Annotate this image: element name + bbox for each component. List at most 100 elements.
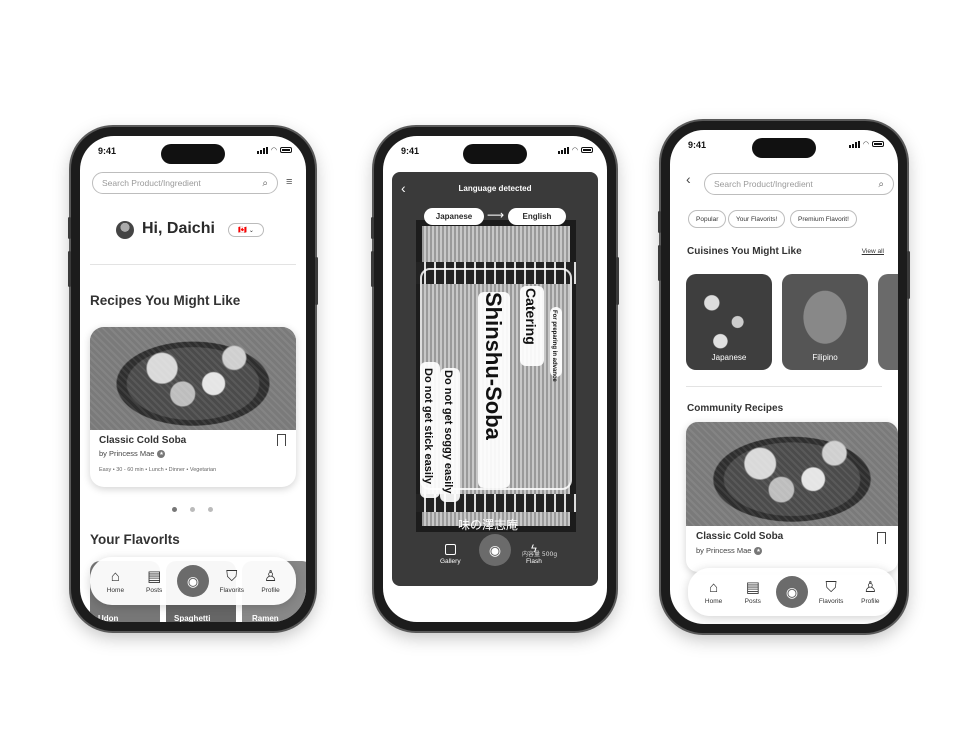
camera-icon: ◉ [176, 565, 209, 597]
favorite-label: Udon [98, 614, 119, 622]
nav-home-label: Home [704, 597, 723, 605]
translation-advance-text: For preparing in advance [551, 310, 557, 382]
phone-explore: 9:41 ◠ ‹ Search Product/Ingredient ⌕ Pop… [658, 121, 910, 633]
bookmark-icon: ⛉ [825, 578, 837, 596]
recipe-meta: Easy • 30 - 60 min • Lunch • Dinner • Ve… [99, 467, 217, 473]
cuisine-card-japanese[interactable]: Japanese [686, 274, 772, 370]
carousel-dots [172, 507, 213, 512]
cuisine-label: Filipino [812, 353, 838, 362]
scanner-title: Language detected [458, 184, 532, 193]
view-all-link[interactable]: View all [862, 248, 884, 255]
signal-icon [256, 146, 268, 154]
camera-icon: ◉ [488, 541, 502, 558]
explore-screen: 9:41 ◠ ‹ Search Product/Ingredient ⌕ Pop… [670, 130, 898, 624]
cuisine-card-filipino[interactable]: Filipino [782, 274, 868, 370]
gallery-label: Gallery [440, 558, 461, 565]
nav-favorits-label: Flavorits [818, 597, 844, 605]
carousel-dot[interactable] [190, 507, 195, 512]
camera-icon: ◉ [775, 576, 808, 608]
nav-profile[interactable]: ♙ Profile [252, 567, 290, 594]
signal-icon [557, 146, 569, 154]
home-icon: ⌂ [110, 567, 120, 585]
search-placeholder: Search Product/Ingredient [714, 179, 813, 189]
back-icon[interactable]: ‹ [686, 171, 691, 187]
bookmark-icon: ⛉ [226, 567, 238, 585]
language-selector[interactable]: 🇨🇦 ⌄ [228, 223, 264, 237]
target-language-label: English [522, 212, 552, 221]
nav-home[interactable]: ⌂ Home [695, 578, 733, 605]
translation-catering-text: Catering [523, 288, 539, 345]
filter-chip-label: Premium Flavorit! [798, 215, 849, 223]
filter-chip-label: Popular [696, 215, 719, 223]
bookmark-icon[interactable] [277, 434, 286, 446]
nav-profile-label: Profile [261, 586, 280, 594]
nav-profile[interactable]: ♙ Profile [851, 579, 889, 605]
filter-chip-popular[interactable]: Popular [688, 210, 727, 228]
carousel-dot-active[interactable] [172, 507, 177, 512]
recipe-card[interactable]: Classic Cold Soba by Princess Mae ★ Easy… [90, 327, 296, 487]
bottom-nav: ⌂ Home ▤ Posts ◉ ⛉ Flavorits ♙ Profile [90, 557, 296, 605]
nav-posts[interactable]: ▤ Posts [135, 568, 173, 594]
chevron-down-icon: ⌄ [248, 227, 254, 234]
filter-chip-your-flavorits[interactable]: Your Flavorits! [728, 210, 786, 228]
nav-home-label: Home [106, 586, 125, 594]
search-icon[interactable]: ⌕ [878, 179, 884, 190]
status-time: 9:41 [98, 146, 117, 156]
divider [686, 386, 882, 387]
filter-icon[interactable]: ≡ [286, 176, 292, 188]
status-time: 9:41 [401, 146, 420, 156]
cuisine-label: Japanese [711, 353, 747, 362]
translation-stick-text: Do not get stick easily [422, 368, 434, 485]
profile-icon: ♙ [263, 567, 278, 585]
home-icon: ⌂ [709, 578, 719, 596]
favorite-label: Ramen [252, 614, 279, 622]
nav-camera[interactable]: ◉ [174, 565, 212, 597]
nav-posts[interactable]: ▤ Posts [734, 578, 772, 605]
flash-icon: ϟ [531, 543, 537, 555]
gallery-button[interactable]: Gallery [440, 544, 461, 565]
search-input[interactable]: Search Product/Ingredient ⌕ [704, 173, 894, 195]
nav-camera[interactable]: ◉ [773, 576, 811, 608]
flash-label: Flash [526, 558, 542, 565]
flash-button[interactable]: ϟ Flash [526, 543, 542, 566]
posts-icon: ▤ [745, 578, 760, 596]
camera-viewfinder[interactable]: ‹ Language detected Japanese ⟶ English S… [392, 172, 598, 586]
nav-favorits[interactable]: ⛉ Flavorits [213, 567, 251, 594]
bookmark-icon[interactable] [877, 532, 886, 544]
nav-posts-label: Posts [744, 597, 761, 605]
nav-home[interactable]: ⌂ Home [96, 567, 134, 594]
wifi-icon: ◠ [571, 147, 578, 154]
status-icons: ◠ [256, 146, 292, 154]
home-screen: 9:41 ◠ Search Product/Ingredient ⌕ ≡ Hi,… [80, 136, 306, 622]
status-icons: ◠ [557, 146, 593, 154]
community-recipe-card[interactable]: Classic Cold Soba by Princess Mae ★ [686, 422, 898, 572]
nav-profile-label: Profile [861, 597, 880, 605]
dynamic-island [752, 138, 816, 158]
status-icons: ◠ [848, 140, 884, 148]
favorite-label: Spaghetti [174, 614, 211, 622]
nav-favorits[interactable]: ⛉ Flavorits [812, 578, 850, 605]
search-icon[interactable]: ⌕ [262, 178, 268, 189]
scanner-screen: 9:41 ◠ ‹ Language detected Japanese ⟶ En… [383, 136, 607, 622]
battery-icon [872, 141, 884, 147]
section-title-recipes: Recipes You Might Like [90, 293, 241, 308]
gallery-icon [444, 544, 456, 555]
avatar[interactable] [116, 221, 134, 239]
filter-chip-premium[interactable]: Premium Flavorit! [790, 210, 857, 228]
source-language[interactable]: Japanese [424, 208, 484, 225]
wifi-icon: ◠ [862, 141, 869, 148]
search-input[interactable]: Search Product/Ingredient ⌕ [92, 172, 278, 194]
target-language[interactable]: English [508, 208, 566, 225]
phone-scanner: 9:41 ◠ ‹ Language detected Japanese ⟶ En… [371, 127, 619, 631]
dynamic-island [161, 144, 225, 164]
carousel-dot[interactable] [208, 507, 213, 512]
arrow-right-icon: ⟶ [487, 208, 505, 222]
verified-icon: ★ [754, 546, 763, 555]
recipe-author: by Princess Mae ★ [696, 546, 763, 555]
cuisine-card-more[interactable] [878, 274, 898, 370]
bottom-nav: ⌂ Home ▤ Posts ◉ ⛉ Flavorits ♙ Profile [688, 568, 896, 616]
shutter-button[interactable]: ◉ [479, 534, 511, 566]
dynamic-island [463, 144, 527, 164]
recipe-title: Classic Cold Soba [99, 435, 187, 446]
section-title-community: Community Recipes [687, 403, 784, 414]
